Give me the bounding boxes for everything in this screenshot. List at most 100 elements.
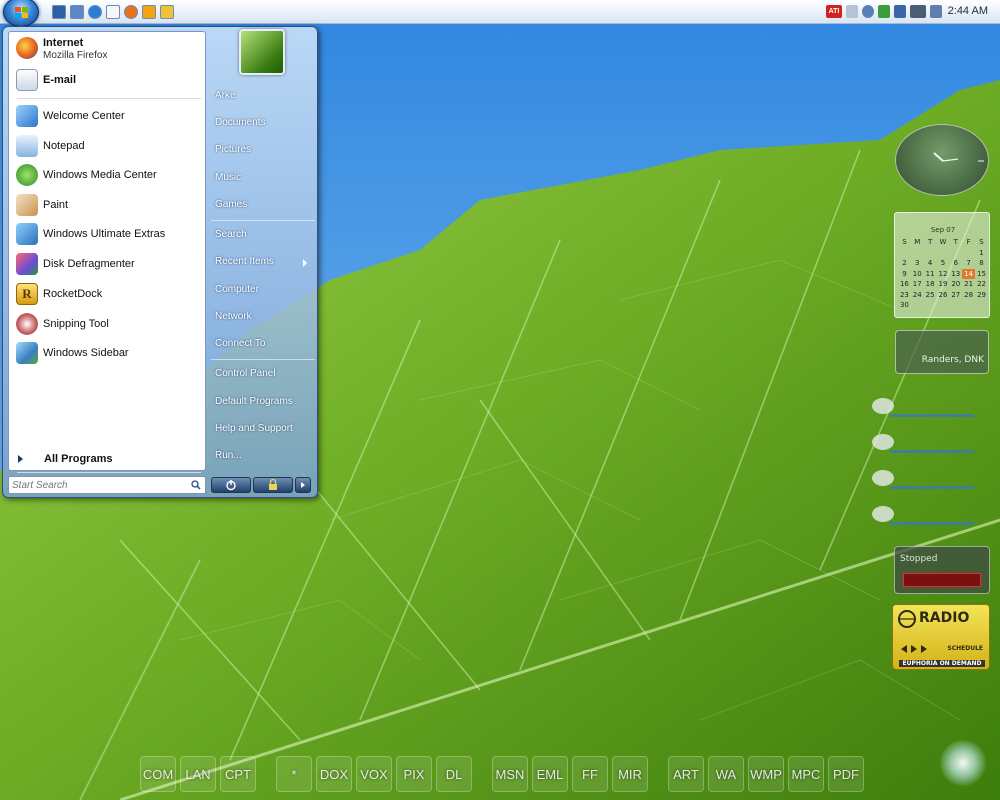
- user-icon[interactable]: [862, 5, 874, 18]
- day-cell[interactable]: 24: [911, 290, 924, 301]
- feed-item[interactable]: [872, 430, 982, 460]
- day-cell[interactable]: 28: [962, 290, 975, 301]
- dock-item-mpc[interactable]: MPC: [788, 756, 824, 792]
- feed-item[interactable]: [872, 466, 982, 496]
- day-cell[interactable]: 7: [962, 258, 975, 269]
- day-cell[interactable]: 8: [975, 258, 988, 269]
- ati-icon[interactable]: ATI: [826, 5, 842, 18]
- feed-item[interactable]: [872, 394, 982, 424]
- clock[interactable]: 2:44 AM: [948, 5, 988, 17]
- power-button[interactable]: [211, 477, 251, 493]
- schedule-button[interactable]: SCHEDULE: [947, 645, 983, 652]
- day-cell[interactable]: 30: [898, 300, 911, 311]
- dock-item-art[interactable]: ART: [668, 756, 704, 792]
- day-cell[interactable]: 18: [924, 279, 937, 290]
- program-windows-media-center[interactable]: Windows Media Center: [13, 161, 203, 189]
- pinned-internet[interactable]: Internet Mozilla Firefox: [13, 34, 203, 62]
- dock-item-cpt[interactable]: CPT: [220, 756, 256, 792]
- media-player-icon[interactable]: [142, 5, 156, 19]
- day-cell[interactable]: [975, 300, 988, 311]
- search-icon[interactable]: [191, 480, 201, 490]
- dock-item-dl[interactable]: DL: [436, 756, 472, 792]
- radio-gadget[interactable]: RADIO SCHEDULE EUPHORIA ON DEMAND: [892, 604, 990, 670]
- link-computer[interactable]: Computer: [215, 281, 315, 301]
- dock-item-asterisk[interactable]: *: [276, 756, 312, 792]
- day-cell[interactable]: 17: [911, 279, 924, 290]
- dock-item-dox[interactable]: DOX: [316, 756, 352, 792]
- dock-item-wmp[interactable]: WMP: [748, 756, 784, 792]
- day-cell[interactable]: 15: [975, 269, 988, 280]
- feed-item[interactable]: [872, 502, 982, 532]
- firefox-icon[interactable]: [124, 5, 138, 19]
- program-snipping-tool[interactable]: Snipping Tool: [13, 310, 203, 338]
- day-cell[interactable]: 4: [924, 258, 937, 269]
- day-cell[interactable]: 21: [962, 279, 975, 290]
- dock-item-pix[interactable]: PIX: [396, 756, 432, 792]
- day-cell[interactable]: [962, 248, 975, 259]
- day-cell[interactable]: [911, 248, 924, 259]
- speaker-icon[interactable]: [930, 5, 942, 18]
- day-cell[interactable]: [924, 248, 937, 259]
- day-cell[interactable]: [911, 300, 924, 311]
- network-icon[interactable]: [894, 5, 906, 18]
- dock-item-vox[interactable]: VOX: [356, 756, 392, 792]
- link-network[interactable]: Network: [215, 308, 315, 328]
- clock-gadget[interactable]: [895, 124, 989, 196]
- weather-gadget[interactable]: Randers, DNK: [895, 330, 989, 374]
- day-cell[interactable]: 25: [924, 290, 937, 301]
- day-cell[interactable]: [937, 248, 950, 259]
- day-cell[interactable]: 16: [898, 279, 911, 290]
- link-help-and-support[interactable]: Help and Support: [215, 420, 315, 440]
- day-cell-today[interactable]: 14: [962, 268, 976, 279]
- link-control-panel[interactable]: Control Panel: [215, 365, 315, 385]
- calendar-gadget[interactable]: Sep 07 S M T W T F S 1 2345678 9 10 11 12 13…: [894, 212, 990, 318]
- start-search-input[interactable]: [12, 478, 184, 492]
- shield-icon[interactable]: [878, 5, 890, 18]
- show-desktop-icon[interactable]: [52, 5, 66, 19]
- dock-item-lan[interactable]: LAN: [180, 756, 216, 792]
- audio-3d-icon[interactable]: [910, 5, 926, 18]
- link-default-programs[interactable]: Default Programs: [215, 393, 315, 413]
- link-recent-items[interactable]: Recent Items: [215, 253, 315, 273]
- day-cell[interactable]: [949, 248, 962, 259]
- day-cell[interactable]: 20: [949, 279, 962, 290]
- link-music[interactable]: Music: [215, 169, 315, 189]
- day-cell[interactable]: 22: [975, 279, 988, 290]
- media-gadget[interactable]: Stopped: [894, 546, 990, 594]
- start-search-box[interactable]: [8, 476, 206, 494]
- day-cell[interactable]: 26: [937, 290, 950, 301]
- playback-controls-icon[interactable]: [899, 643, 939, 655]
- dock-item-pdf[interactable]: PDF: [828, 756, 864, 792]
- dock-item-wa[interactable]: WA: [708, 756, 744, 792]
- day-cell[interactable]: [962, 300, 975, 311]
- link-games[interactable]: Games: [215, 196, 315, 216]
- pencil-icon[interactable]: [160, 5, 174, 19]
- dock-item-mir[interactable]: MIR: [612, 756, 648, 792]
- program-windows-sidebar[interactable]: Windows Sidebar: [13, 339, 203, 367]
- day-cell[interactable]: 29: [975, 290, 988, 301]
- internet-explorer-icon[interactable]: [88, 5, 102, 19]
- dock-item-eml[interactable]: EML: [532, 756, 568, 792]
- day-cell[interactable]: [949, 300, 962, 311]
- day-cell[interactable]: 11: [924, 269, 937, 280]
- on-demand-button[interactable]: EUPHORIA ON DEMAND: [899, 660, 985, 667]
- printer-icon[interactable]: [846, 5, 858, 18]
- start-button[interactable]: [3, 0, 39, 27]
- lock-button[interactable]: [253, 477, 293, 493]
- dock-item-msn[interactable]: MSN: [492, 756, 528, 792]
- day-cell[interactable]: 5: [937, 258, 950, 269]
- day-cell[interactable]: 1: [975, 248, 988, 259]
- dock-item-ff[interactable]: FF: [572, 756, 608, 792]
- mail-icon[interactable]: [106, 5, 120, 19]
- link-run[interactable]: Run...: [215, 447, 315, 467]
- day-cell[interactable]: 23: [898, 290, 911, 301]
- day-cell[interactable]: 19: [937, 279, 950, 290]
- day-cell[interactable]: [924, 300, 937, 311]
- day-cell[interactable]: [898, 248, 911, 259]
- link-user-folder[interactable]: Arke: [215, 87, 315, 107]
- link-pictures[interactable]: Pictures: [215, 141, 315, 161]
- day-cell[interactable]: 9: [898, 269, 911, 280]
- program-welcome-center[interactable]: Welcome Center: [13, 102, 203, 130]
- all-programs-button[interactable]: All Programs: [12, 451, 202, 469]
- switch-windows-icon[interactable]: [70, 5, 84, 19]
